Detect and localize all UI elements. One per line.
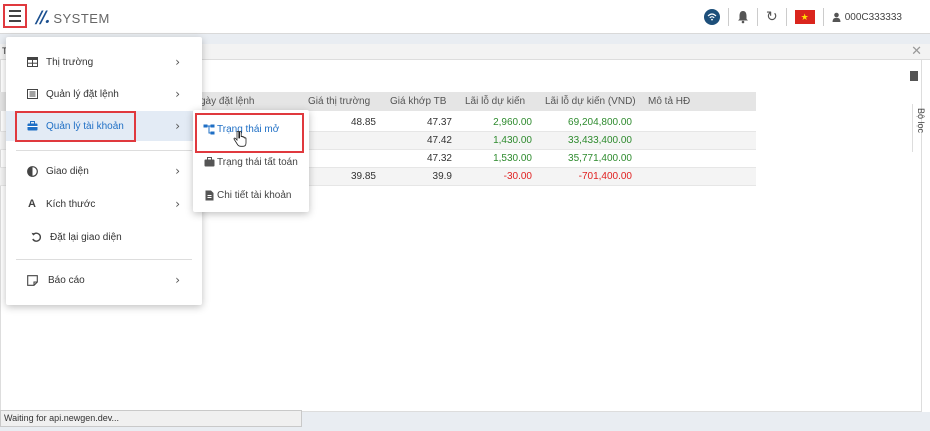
browser-status-bar: Waiting for api.newgen.dev... <box>0 410 302 427</box>
cell-expected-pl-vnd: 33,433,400.00 <box>568 135 632 146</box>
list-icon <box>26 88 38 100</box>
top-bar: //. SYSTEM ↻ ★ 000C333333 <box>0 0 930 34</box>
submenu-item-label: Trạng thái tất toán <box>217 156 298 168</box>
username: 000C333333 <box>844 11 902 23</box>
cell-avg-price: 47.37 <box>426 117 452 128</box>
menu-item-label: Đặt lại giao diện <box>50 231 122 243</box>
menu-item-reports[interactable]: Báo cáo › <box>6 265 202 295</box>
header-contract-desc[interactable]: Mô tả HĐ <box>648 92 690 111</box>
close-panel-button[interactable]: ✕ <box>911 44 922 59</box>
export-document-icon[interactable] <box>910 71 918 81</box>
bell-icon <box>737 10 749 24</box>
menu-item-reset-theme[interactable]: Đặt lại giao diện <box>6 222 202 252</box>
vietnam-flag-icon: ★ <box>794 10 815 24</box>
menu-item-theme[interactable]: Giao diện › <box>6 156 202 186</box>
chevron-right-icon: › <box>175 273 180 287</box>
user-icon <box>832 12 841 22</box>
menu-divider <box>16 150 192 151</box>
menu-item-label: Thị trường <box>46 56 94 68</box>
cell-market-price <box>302 132 376 149</box>
cell-expected-pl: -30.00 <box>503 171 532 182</box>
cell-market-price <box>302 150 376 167</box>
submenu-item-account-details[interactable]: Chi tiết tài khoản <box>193 180 309 210</box>
language-button[interactable]: ★ <box>785 8 823 26</box>
hamburger-menu-button[interactable] <box>3 4 27 28</box>
logo-text: SYSTEM <box>53 10 110 26</box>
chevron-right-icon: › <box>175 164 180 178</box>
cell-expected-pl-vnd: 35,771,400.00 <box>568 153 632 164</box>
cell-avg-price: 47.32 <box>426 153 452 164</box>
document-icon <box>203 189 215 201</box>
contrast-icon <box>26 165 38 177</box>
logo-mark: //. <box>36 8 50 28</box>
menu-item-market[interactable]: Thị trường › <box>6 47 202 77</box>
chevron-right-icon: › <box>175 55 180 69</box>
cell-market-price: 39.85 <box>350 171 376 182</box>
menu-item-order-management[interactable]: Quản lý đặt lệnh › <box>6 79 202 109</box>
refresh-button[interactable]: ↻ <box>756 8 786 26</box>
menu-item-label: Báo cáo <box>48 274 85 286</box>
wifi-icon <box>703 9 720 25</box>
cell-expected-pl: 1,530.00 <box>493 153 532 164</box>
hamburger-line <box>9 15 21 17</box>
notifications-button[interactable] <box>727 8 757 26</box>
cell-expected-pl-vnd: -701,400.00 <box>578 171 632 182</box>
menu-item-label: Kích thước <box>46 198 96 210</box>
header-expected-pl-vnd[interactable]: Lãi lỗ dự kiến (VND) <box>545 92 639 111</box>
menu-item-font-size[interactable]: A Kích thước › <box>6 189 202 219</box>
menu-item-label: Quản lý đặt lệnh <box>46 88 119 100</box>
menu-divider <box>16 259 192 260</box>
app-logo[interactable]: //. SYSTEM <box>36 8 110 28</box>
cell-avg-price: 47.42 <box>426 135 452 146</box>
chevron-right-icon: › <box>175 87 180 101</box>
submenu-item-label: Chi tiết tài khoản <box>217 189 292 201</box>
cell-expected-pl: 2,960.00 <box>493 117 532 128</box>
hamburger-line <box>9 20 21 22</box>
highlight-box <box>15 111 136 142</box>
chevron-right-icon: › <box>175 197 180 211</box>
user-info: 000C333333 <box>832 12 902 23</box>
header-market-price[interactable]: Giá thị trường <box>308 92 382 111</box>
chevron-right-icon: › <box>175 119 180 133</box>
connection-status[interactable] <box>696 8 728 26</box>
menu-item-label: Giao diện <box>46 165 89 177</box>
reset-icon <box>30 231 42 243</box>
refresh-icon: ↻ <box>765 9 778 25</box>
user-menu[interactable]: 000C333333 <box>822 8 910 26</box>
header-order-date[interactable]: gày đặt lệnh <box>200 92 255 111</box>
table-icon <box>26 56 38 68</box>
highlight-box <box>195 113 304 153</box>
cell-market-price: 48.85 <box>350 117 376 128</box>
header-expected-pl[interactable]: Lãi lỗ dự kiến <box>465 92 539 111</box>
cell-expected-pl-vnd: 69,204,800.00 <box>568 117 632 128</box>
top-right-toolbar: ↻ ★ 000C333333 <box>696 8 910 26</box>
cell-expected-pl: 1,430.00 <box>493 135 532 146</box>
hamburger-line <box>9 10 21 12</box>
header-avg-price[interactable]: Giá khớp TB <box>390 92 460 111</box>
hand-cursor-icon <box>233 130 247 147</box>
main-menu: Thị trường › Quản lý đặt lệnh › Quản lý … <box>6 37 202 305</box>
font-size-icon: A <box>28 198 36 210</box>
note-icon <box>26 274 38 286</box>
suitcase-icon <box>203 156 215 168</box>
filter-tab[interactable]: Bộ lọc <box>912 104 926 152</box>
cell-avg-price: 39.9 <box>432 171 452 182</box>
